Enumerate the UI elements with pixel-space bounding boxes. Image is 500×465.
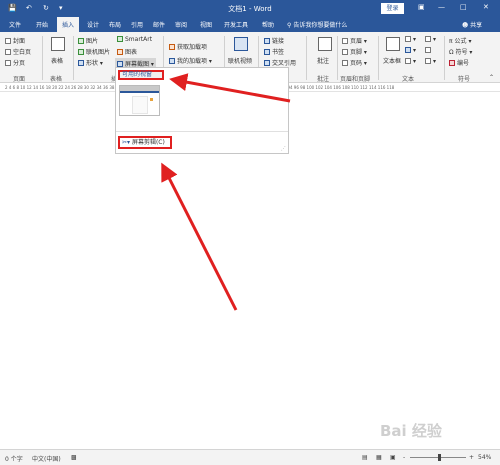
language-indicator[interactable]: 中文(中国) <box>32 454 61 463</box>
zoom-level[interactable]: 54% <box>478 454 491 461</box>
arrow-to-available-windows <box>169 73 291 103</box>
watermark: Bai 经验 <box>380 422 442 440</box>
status-bar: 0 个字 中文(中国) ▩ ▤ ▦ ▣ - + 54% <box>0 449 500 465</box>
annotation-arrows <box>161 73 291 311</box>
zoom-slider-handle[interactable] <box>438 454 441 461</box>
read-mode-icon[interactable]: ▤ <box>362 454 368 461</box>
macro-record-icon[interactable]: ▩ <box>71 454 77 461</box>
print-layout-icon[interactable]: ▦ <box>376 454 382 461</box>
word-count[interactable]: 0 个字 <box>5 454 23 463</box>
zoom-in-button[interactable]: + <box>469 454 474 461</box>
arrow-to-screen-clipping <box>161 162 238 311</box>
zoom-out-button[interactable]: - <box>403 454 405 461</box>
web-layout-icon[interactable]: ▣ <box>390 454 396 461</box>
